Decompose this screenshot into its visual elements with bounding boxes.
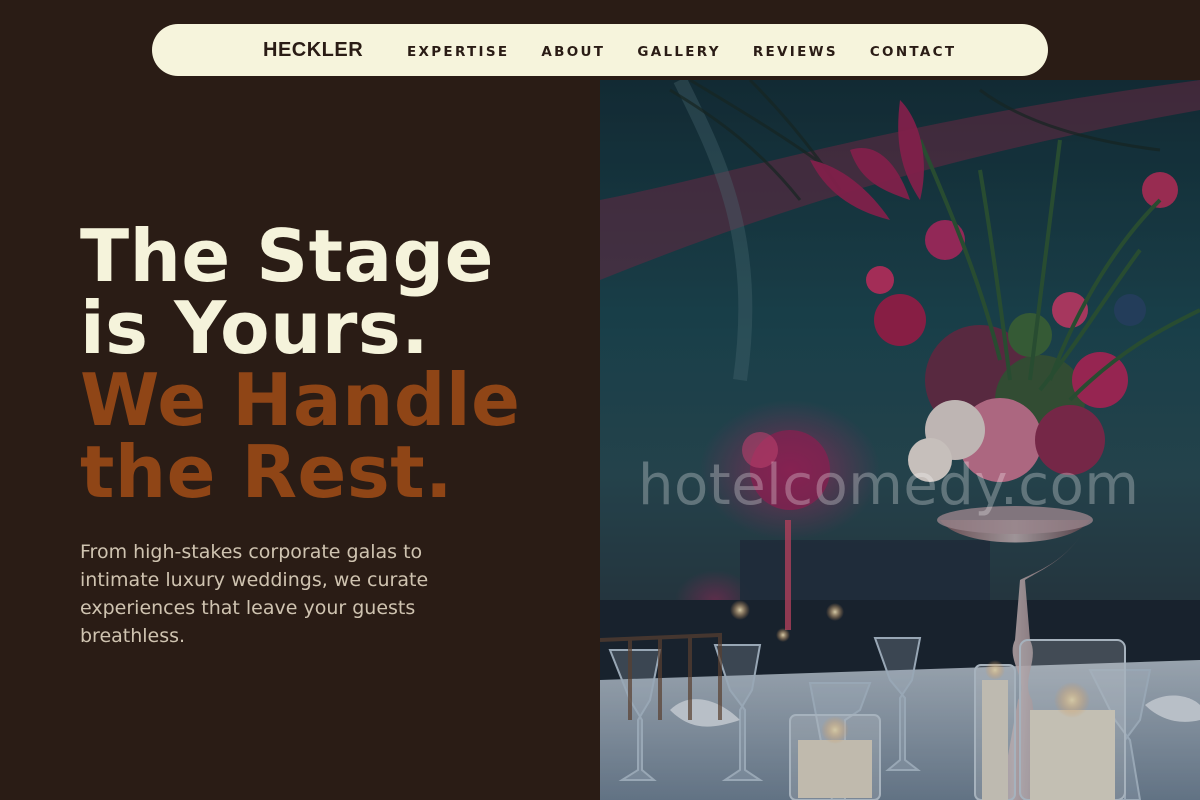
hero-lead-text: From high-stakes corporate galas to inti…: [80, 541, 429, 647]
event-table-illustration: [600, 80, 1200, 800]
headline-line-2: is Yours.: [80, 286, 430, 370]
brand-logo[interactable]: HECKLER: [263, 24, 363, 76]
nav-link-expertise[interactable]: EXPERTISE: [407, 44, 509, 60]
hero-section: The Stage is Yours. We Handle the Rest. …: [80, 220, 600, 650]
nav-link-gallery[interactable]: GALLERY: [637, 44, 721, 60]
hero-headline: The Stage is Yours. We Handle the Rest.: [80, 220, 600, 508]
nav-links: EXPERTISE ABOUT GALLERY REVIEWS CONTACT: [407, 24, 956, 76]
headline-line-1: The Stage: [80, 214, 494, 298]
headline-accent-line-2: the Rest.: [80, 430, 453, 514]
hero-event-photo: hotelcomedy.com: [600, 80, 1200, 800]
image-watermark: hotelcomedy.com: [638, 453, 1140, 518]
top-nav: HECKLER EXPERTISE ABOUT GALLERY REVIEWS …: [152, 24, 1048, 76]
nav-link-about[interactable]: ABOUT: [541, 44, 605, 60]
headline-accent-line-1: We Handle: [80, 358, 521, 442]
nav-link-reviews[interactable]: REVIEWS: [753, 44, 838, 60]
nav-link-contact[interactable]: CONTACT: [870, 44, 957, 60]
